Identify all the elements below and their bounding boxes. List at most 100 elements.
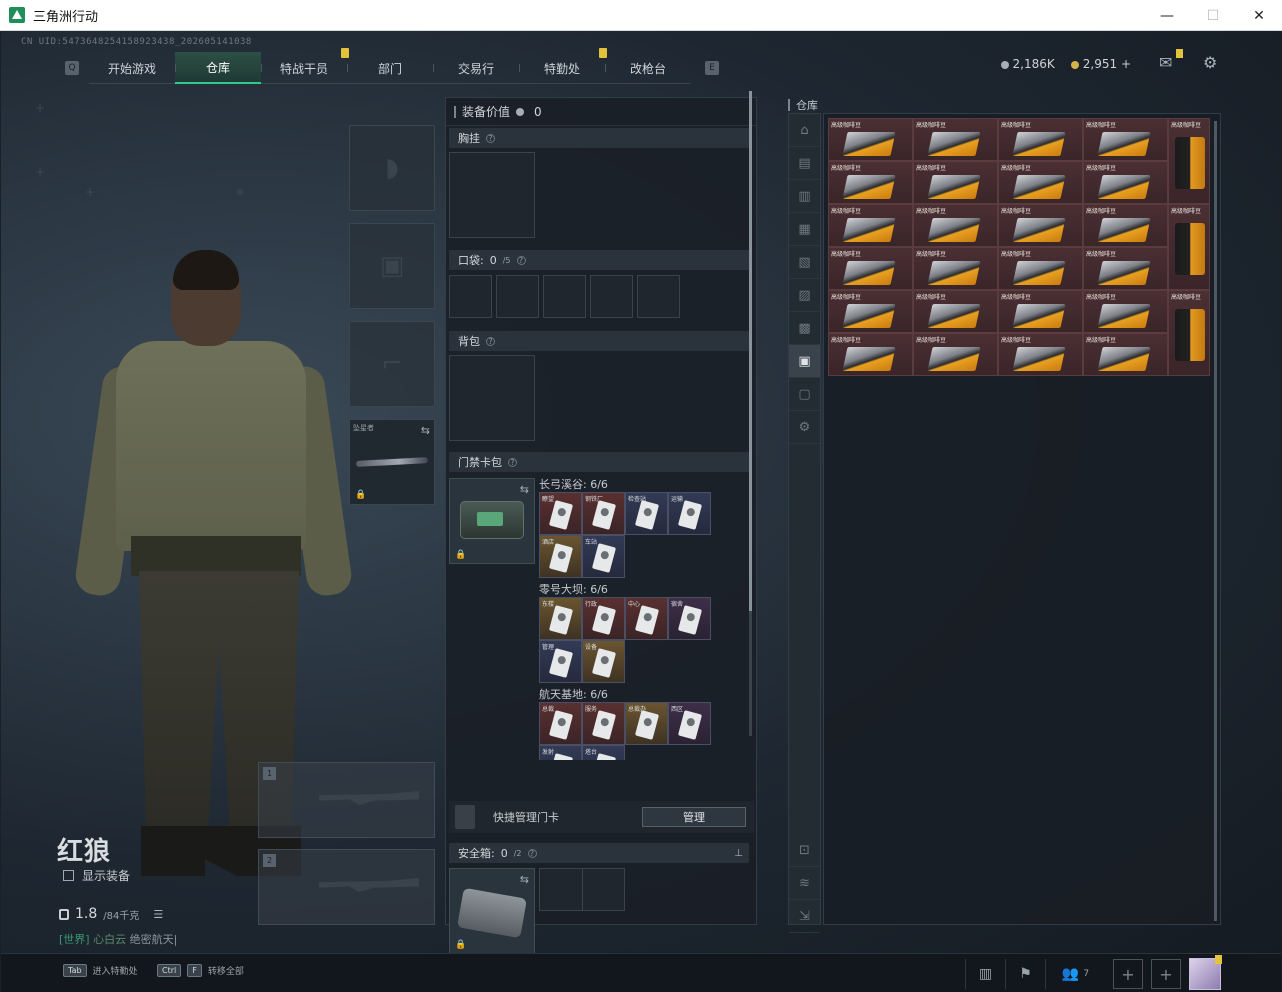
help-icon[interactable]: ? [486, 133, 495, 143]
tab-gunsmith[interactable]: 改枪台 [605, 52, 691, 84]
warehouse-item[interactable]: 高级咖啡豆 [913, 290, 998, 333]
pin-icon[interactable]: ⊥ [734, 848, 743, 859]
warehouse-item[interactable]: 高级咖啡豆 [1083, 333, 1168, 376]
warehouse-item[interactable]: 高级咖啡豆 [1168, 290, 1210, 376]
warehouse-item[interactable]: 高级咖啡豆 [828, 290, 913, 333]
tab-start-game[interactable]: 开始游戏 [89, 52, 175, 84]
maximize-button[interactable]: ☐ [1190, 0, 1236, 31]
warehouse-item[interactable]: 高级咖啡豆 [913, 204, 998, 247]
warehouse-item[interactable]: 高级咖啡豆 [913, 118, 998, 161]
keycard-item[interactable]: 检查站 [625, 492, 668, 535]
help-icon[interactable]: ? [486, 336, 495, 346]
pocket-slot[interactable] [637, 275, 680, 318]
nav-prev-key[interactable]: Q [65, 61, 79, 75]
category-7-icon[interactable]: ▣ [789, 345, 820, 378]
swap-icon[interactable]: ⇆ [421, 424, 430, 437]
warehouse-scrollbar[interactable] [1214, 121, 1217, 921]
pocket-slot[interactable] [496, 275, 539, 318]
warehouse-item[interactable]: 高级咖啡豆 [828, 333, 913, 376]
keycard-item[interactable]: 运输 [668, 492, 711, 535]
pistol-slot[interactable]: ⌐ [349, 321, 435, 407]
category-8-icon[interactable]: ▢ [789, 378, 820, 411]
tab-trading[interactable]: 交易行 [433, 52, 519, 84]
armor-slot[interactable]: ▣ [349, 223, 435, 309]
tab-special-ops[interactable]: 特勤处 [519, 48, 607, 84]
category-2-icon[interactable]: ▥ [789, 180, 820, 213]
category-4-icon[interactable]: ▧ [789, 246, 820, 279]
help-icon[interactable]: ? [508, 457, 517, 467]
help-icon[interactable]: ? [527, 848, 537, 858]
swap-icon[interactable]: ⇆ [520, 483, 529, 496]
help-icon[interactable]: ? [516, 255, 526, 265]
keycard-item[interactable]: 宿舍 [668, 597, 711, 640]
minimize-button[interactable]: — [1144, 0, 1190, 31]
keycard-item[interactable]: 酒店 [539, 535, 582, 578]
keycard-item[interactable]: 西区 [668, 702, 711, 745]
category-6-icon[interactable]: ▩ [789, 312, 820, 345]
pocket-slot[interactable] [543, 275, 586, 318]
keycard-item[interactable]: 设备 [582, 640, 625, 683]
category-all-icon[interactable]: ⌂ [789, 114, 820, 147]
category-3-icon[interactable]: ▦ [789, 213, 820, 246]
warehouse-item[interactable]: 高级咖啡豆 [1168, 118, 1210, 204]
tab-operators[interactable]: 特战干员 [261, 48, 349, 84]
friends-icon[interactable]: 👥 7 [1045, 959, 1105, 989]
show-equipment-toggle[interactable]: 显示装备 [63, 867, 130, 884]
keycard-case-slot[interactable]: ⇆ 🔒 [449, 478, 535, 564]
add-currency-button[interactable]: + [1121, 57, 1131, 71]
hint-enter-special-ops[interactable]: Tab 进入特勤处 [63, 964, 138, 977]
keycard-item[interactable]: 瞭望 [539, 492, 582, 535]
category-1-icon[interactable]: ▤ [789, 147, 820, 180]
stats-icon[interactable]: ▥ [965, 959, 1005, 989]
warehouse-item[interactable]: 高级咖啡豆 [998, 290, 1083, 333]
auto-arrange-icon[interactable]: ⇲ [789, 900, 820, 933]
nav-next-key[interactable]: E [705, 61, 719, 75]
warehouse-item[interactable]: 高级咖啡豆 [1083, 204, 1168, 247]
warehouse-item[interactable]: 高级咖啡豆 [913, 333, 998, 376]
tab-warehouse[interactable]: 仓库 [175, 52, 261, 84]
warehouse-item[interactable]: 高级咖啡豆 [913, 247, 998, 290]
sort-icon[interactable]: ⊡ [789, 834, 820, 867]
flag-icon[interactable]: ⚑ [1005, 959, 1045, 989]
warehouse-item[interactable]: 高级咖啡豆 [998, 204, 1083, 247]
swap-icon[interactable]: ⇆ [520, 873, 529, 886]
warehouse-item[interactable]: 高级咖啡豆 [1083, 161, 1168, 204]
warehouse-item[interactable]: 高级咖啡豆 [828, 161, 913, 204]
warehouse-item[interactable]: 高级咖啡豆 [998, 247, 1083, 290]
keycard-item[interactable]: 钢铁厂 [582, 492, 625, 535]
list-icon[interactable]: ☰ [153, 908, 163, 921]
chat-message[interactable]: [世界] 心白云 绝密航天| [59, 931, 177, 947]
player-avatar[interactable] [1189, 955, 1222, 990]
warehouse-item[interactable]: 高级咖啡豆 [828, 204, 913, 247]
keycard-item[interactable]: 管理 [539, 640, 582, 683]
pocket-slot[interactable] [590, 275, 633, 318]
keycard-item[interactable]: 服务 [582, 702, 625, 745]
warehouse-item[interactable]: 高级咖啡豆 [998, 118, 1083, 161]
keycard-item[interactable]: 总裁办 [625, 702, 668, 745]
warehouse-item[interactable]: 高级咖啡豆 [913, 161, 998, 204]
secondary-weapon-slot[interactable]: 2 [258, 849, 435, 925]
layers-icon[interactable]: ≋ [789, 867, 820, 900]
show-equipment-checkbox[interactable] [63, 870, 74, 881]
warehouse-item[interactable]: 高级咖啡豆 [1083, 118, 1168, 161]
settings-gear-icon[interactable]: ⚙ [1203, 55, 1221, 71]
melee-slot[interactable]: 坠星者 ⇆ 🔒 [349, 419, 435, 505]
hint-transfer-all[interactable]: Ctrl F 转移全部 [157, 964, 244, 977]
add-party-slot-button[interactable]: + [1113, 959, 1143, 989]
mail-icon[interactable]: ✉ [1159, 49, 1183, 71]
keycard-item[interactable]: 车站 [582, 535, 625, 578]
keycard-item[interactable]: 行政 [582, 597, 625, 640]
chest-rig-slot[interactable] [449, 152, 535, 238]
keycard-item[interactable]: 塔台 [582, 745, 625, 760]
safe-box-slot[interactable]: ⇆ 🔒 [449, 868, 535, 954]
warehouse-item[interactable]: 高级咖啡豆 [998, 161, 1083, 204]
keycard-item[interactable]: 总裁 [539, 702, 582, 745]
add-party-slot-button[interactable]: + [1151, 959, 1181, 989]
keycard-item[interactable]: 东楼 [539, 597, 582, 640]
helmet-slot[interactable]: ◗ [349, 125, 435, 211]
category-settings-icon[interactable]: ⚙ [789, 411, 820, 444]
gold-balance[interactable]: 2,951 + [1070, 57, 1131, 71]
keycard-item[interactable]: 发射 [539, 745, 582, 760]
warehouse-item[interactable]: 高级咖啡豆 [1083, 247, 1168, 290]
warehouse-item[interactable]: 高级咖啡豆 [1083, 290, 1168, 333]
